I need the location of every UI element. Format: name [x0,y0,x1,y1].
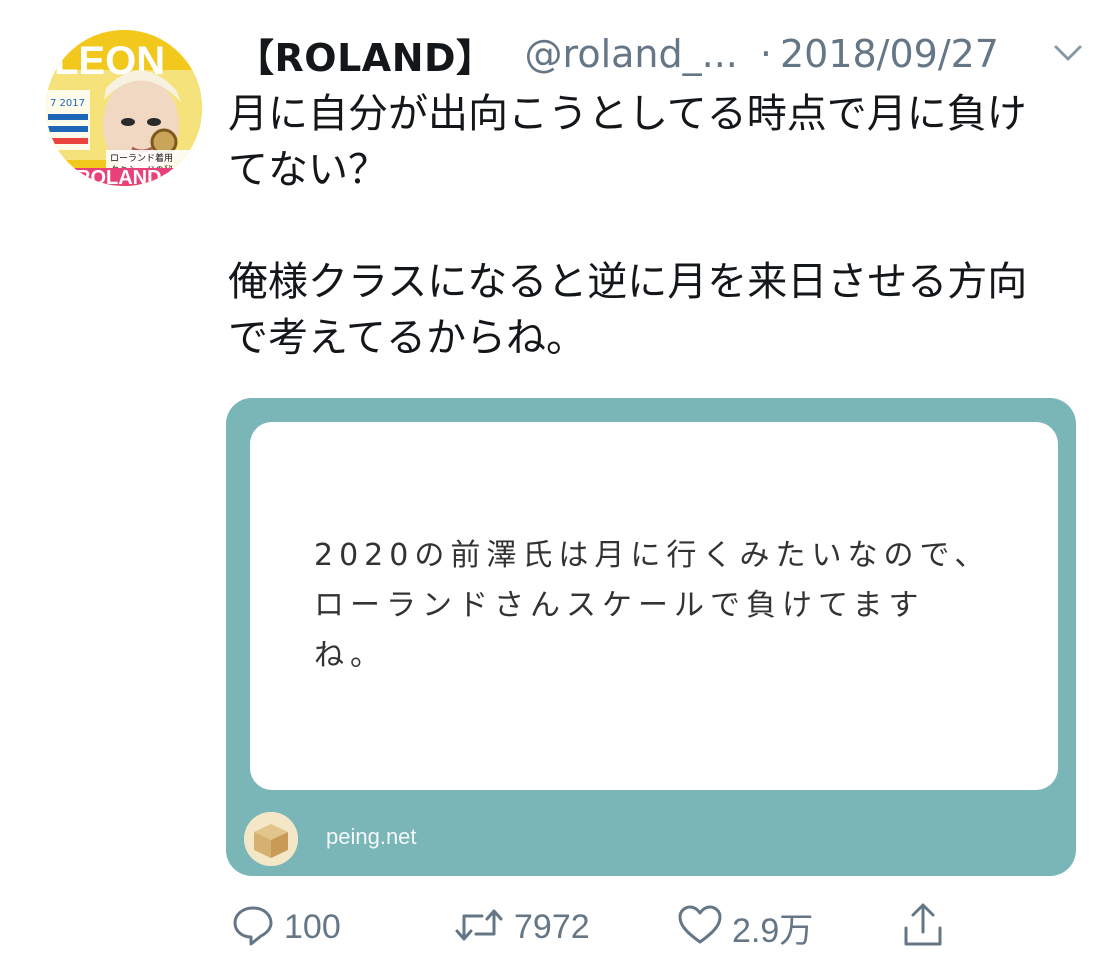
author-name[interactable]: 【ROLAND】 [236,27,495,82]
link-card[interactable]: 2020の前澤氏は月に行くみたいなので、ローランドさんスケールで負けてますね。 … [226,398,1076,876]
avatar[interactable]: LEON 7 2017 ローランド着用 タキシードの秘 ROLAND [46,30,202,186]
reply-icon [230,902,276,952]
reply-count: 100 [284,907,341,946]
separator: · [759,32,772,76]
tweet-text: 月に自分が出向こうとしてる時点で月に負け てない？ 俺様クラスになると逆に月を来… [228,91,1028,361]
avatar-image: LEON 7 2017 ローランド着用 タキシードの秘 ROLAND [46,30,202,186]
svg-text:ROLAND: ROLAND [76,167,162,186]
question-text: 2020の前澤氏は月に行くみたいなので、ローランドさんスケールで負けてますね。 [314,538,991,673]
tweet-date[interactable]: 2018/09/27 [780,32,999,76]
retweet-count: 7972 [514,907,590,946]
author-handle[interactable]: @roland_... [525,32,738,76]
box-icon [244,812,298,866]
retweet-icon [452,902,506,952]
like-count: 2.9万 [732,911,814,950]
question-panel: 2020の前澤氏は月に行くみたいなので、ローランドさんスケールで負けてますね。 [250,422,1058,790]
card-domain[interactable]: peing.net [326,824,417,850]
heart-icon [676,902,724,952]
reply-button[interactable]: 100 [230,895,341,959]
action-bar: 100 7972 2.9万 [228,895,1008,959]
tweet-header: 【ROLAND】 @roland_... · 2018/09/27 [236,26,1086,82]
like-button[interactable]: 2.9万 [676,895,813,959]
share-button[interactable] [900,895,946,959]
retweet-button[interactable]: 7972 [452,895,590,959]
svg-text:ローランド着用: ローランド着用 [110,152,173,164]
share-icon [900,900,946,954]
chevron-down-icon[interactable] [1050,38,1086,68]
svg-text:7 2017: 7 2017 [50,98,85,109]
